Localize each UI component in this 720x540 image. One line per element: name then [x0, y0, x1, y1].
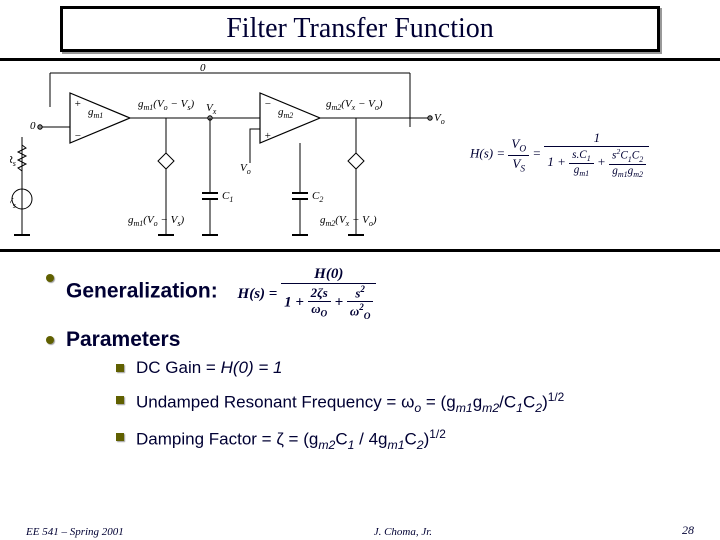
svg-text:−: −	[264, 98, 271, 110]
slide-title-box: Filter Transfer Function	[60, 6, 660, 52]
bullet-generalization-label: Generalization:	[66, 280, 218, 303]
svg-text:gm2: gm2	[278, 106, 293, 120]
svg-text:0: 0	[30, 120, 36, 132]
svg-text:gm1(Vo − Vs): gm1(Vo − Vs)	[138, 98, 194, 112]
slide-footer: EE 541 – Spring 2001 J. Choma, Jr. 28	[0, 523, 720, 538]
generalized-equation: H(s) = H(0) 1 + 2ζs ωO + s2 ω2O	[238, 266, 377, 322]
subbullet-resonant-freq: Undamped Resonant Frequency = ωo = (gm1g…	[116, 390, 690, 415]
svg-text:−: −	[74, 130, 81, 142]
svg-text:gm2(Vx − Vo): gm2(Vx − Vo)	[320, 214, 377, 228]
svg-text:gm1: gm1	[88, 106, 103, 120]
bullet-square-icon	[116, 364, 124, 372]
svg-text:+: +	[264, 130, 271, 142]
subbullet-damping-factor: Damping Factor = ζ = (gm2C1 / 4gm1C2)1/2	[116, 427, 690, 452]
svg-text:Vs: Vs	[10, 196, 16, 210]
figure-band: 0 + − gm1 0 Rs Vs Vx gm1(Vo − Vs)	[0, 58, 720, 252]
footer-left: EE 541 – Spring 2001	[26, 526, 124, 538]
subbullet-list: DC Gain = H(0) = 1 Undamped Resonant Fre…	[116, 358, 690, 452]
footer-center: J. Choma, Jr.	[374, 526, 432, 538]
svg-text:Vo: Vo	[434, 112, 445, 126]
svg-text:+: +	[74, 98, 81, 110]
svg-text:gm1(Vo − Vs): gm1(Vo − Vs)	[128, 214, 184, 228]
footer-page-number: 28	[682, 523, 694, 538]
bullet-parameters-label: Parameters	[66, 328, 180, 352]
bullet-parameters: Parameters	[46, 328, 690, 352]
svg-text:Vo: Vo	[240, 162, 251, 176]
bullet-dot-icon	[46, 336, 54, 344]
main-transfer-equation: H(s) = VO VS = 1 1 + s.C1 gm1 + s2C1C2 g…	[470, 130, 710, 179]
bullet-list: Generalization: H(s) = H(0) 1 + 2ζs ωO +…	[46, 266, 690, 452]
svg-text:C2: C2	[312, 190, 323, 204]
circuit-schematic: 0 + − gm1 0 Rs Vs Vx gm1(Vo − Vs)	[10, 63, 470, 248]
svg-text:C1: C1	[222, 190, 233, 204]
svg-text:gm2(Vx − Vo): gm2(Vx − Vo)	[326, 98, 383, 112]
subbullet-dc-gain: DC Gain = H(0) = 1	[116, 358, 690, 378]
bullet-generalization: Generalization: H(s) = H(0) 1 + 2ζs ωO +…	[46, 266, 690, 322]
bullet-dot-icon	[46, 274, 54, 282]
label-zero-top: 0	[200, 63, 206, 74]
slide-title: Filter Transfer Function	[71, 13, 649, 45]
svg-text:Vx: Vx	[206, 102, 217, 116]
svg-text:Rs: Rs	[10, 154, 16, 168]
bullet-square-icon	[116, 396, 124, 404]
bullet-square-icon	[116, 433, 124, 441]
